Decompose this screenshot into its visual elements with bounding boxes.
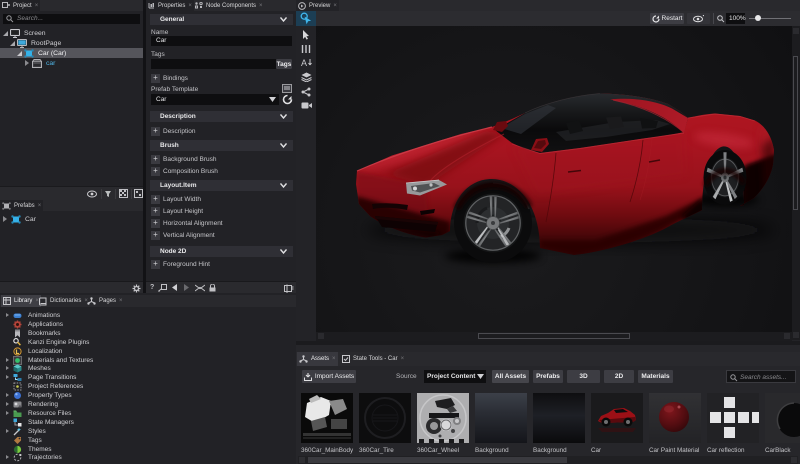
svg-text:A: A <box>301 58 307 68</box>
